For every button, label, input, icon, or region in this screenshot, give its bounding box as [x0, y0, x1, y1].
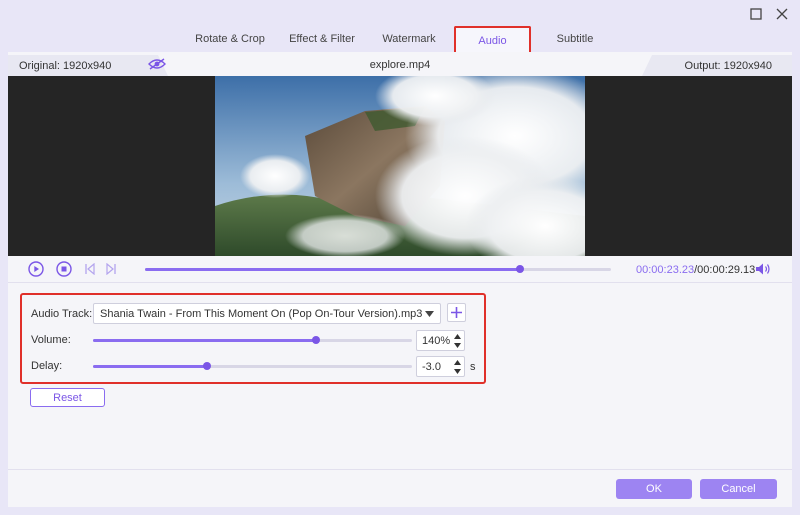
caret-down-icon	[425, 311, 434, 317]
volume-slider-handle[interactable]	[312, 336, 321, 344]
delay-step-arrows	[453, 358, 462, 375]
caret-up-icon	[454, 333, 461, 339]
close-button[interactable]	[774, 6, 790, 22]
video-preview	[8, 76, 792, 256]
ok-button[interactable]: OK	[616, 479, 692, 499]
audio-track-select[interactable]: Shania Twain - From This Moment On (Pop …	[93, 303, 441, 324]
volume-step-arrows	[453, 332, 462, 349]
plus-icon	[451, 307, 462, 318]
audio-track-value: Shania Twain - From This Moment On (Pop …	[100, 307, 423, 320]
square-icon	[750, 8, 762, 20]
play-icon[interactable]	[28, 261, 44, 277]
volume-label: Volume:	[31, 334, 71, 346]
delay-increase-button[interactable]	[453, 358, 462, 366]
tab-watermark[interactable]: Watermark	[374, 26, 444, 52]
output-resolution-text: Output: 1920x940	[684, 59, 772, 72]
volume-slider-fill	[93, 339, 317, 342]
delay-unit: s	[470, 361, 476, 373]
stop-icon[interactable]	[56, 261, 72, 277]
volume-stepper[interactable]	[416, 330, 465, 351]
tab-subtitle[interactable]: Subtitle	[545, 26, 605, 52]
previous-frame-icon[interactable]	[84, 263, 96, 275]
close-icon	[776, 8, 788, 20]
cancel-button[interactable]: Cancel	[700, 479, 777, 499]
video-frame-image	[215, 76, 585, 256]
tab-audio[interactable]: Audio	[454, 26, 531, 53]
video-frame	[215, 76, 585, 256]
caret-down-icon	[454, 368, 461, 374]
volume-increase-button[interactable]	[453, 332, 462, 340]
volume-icon[interactable]	[755, 262, 771, 276]
time-display: 00:00:23.23/00:00:29.13	[636, 264, 755, 276]
timeline-handle[interactable]	[516, 265, 525, 273]
tab-effect-filter[interactable]: Effect & Filter	[282, 26, 362, 52]
info-bar: Original: 1920x940 explore.mp4 Output: 1…	[8, 52, 792, 76]
delay-slider-fill	[93, 365, 207, 368]
volume-input[interactable]	[417, 331, 451, 350]
window-controls	[748, 6, 790, 22]
delay-label: Delay:	[31, 360, 63, 372]
volume-slider[interactable]	[93, 336, 412, 344]
delay-stepper[interactable]	[416, 356, 465, 377]
tab-bar: Rotate & Crop Effect & Filter Watermark …	[0, 26, 800, 53]
tab-rotate-crop[interactable]: Rotate & Crop	[190, 26, 270, 52]
output-resolution: Output: 1920x940	[642, 55, 792, 76]
volume-decrease-button[interactable]	[453, 341, 462, 349]
reset-button[interactable]: Reset	[30, 388, 105, 407]
audio-settings: Audio Track: Shania Twain - From This Mo…	[20, 293, 486, 384]
timeline-progress	[145, 268, 521, 271]
delay-slider[interactable]	[93, 362, 412, 370]
caret-up-icon	[454, 359, 461, 365]
delay-slider-handle[interactable]	[202, 362, 211, 370]
current-time: 00:00:23.23	[636, 264, 695, 276]
footer-divider	[8, 469, 792, 470]
audio-panel: Original: 1920x940 explore.mp4 Output: 1…	[8, 52, 792, 507]
audio-track-label: Audio Track:	[31, 308, 93, 320]
delay-decrease-button[interactable]	[453, 367, 462, 375]
player-controls: 00:00:23.23/00:00:29.13	[8, 256, 792, 282]
next-frame-icon[interactable]	[105, 263, 117, 275]
delay-input[interactable]	[417, 357, 451, 376]
timeline[interactable]	[145, 265, 611, 273]
total-time: /00:00:29.13	[694, 264, 756, 276]
caret-down-icon	[454, 342, 461, 348]
divider	[8, 282, 792, 283]
maximize-button[interactable]	[748, 6, 764, 22]
add-audio-button[interactable]	[447, 303, 466, 322]
